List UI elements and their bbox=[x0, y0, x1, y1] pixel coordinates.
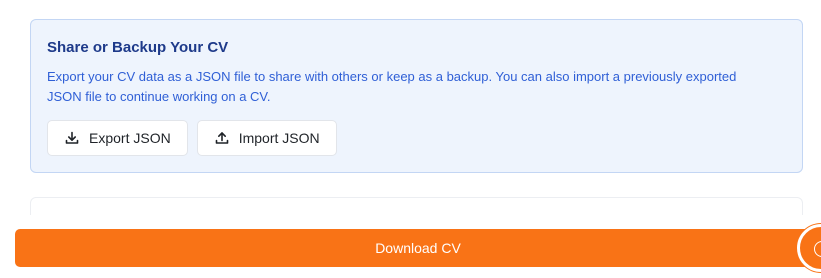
download-icon bbox=[64, 130, 80, 146]
download-cv-button[interactable]: Download CV bbox=[15, 229, 821, 267]
upload-icon bbox=[214, 130, 230, 146]
json-actions: Export JSON Import JSON bbox=[47, 120, 337, 156]
share-backup-card: Share or Backup Your CV Export your CV d… bbox=[30, 19, 803, 173]
export-json-button[interactable]: Export JSON bbox=[47, 120, 188, 156]
share-backup-title: Share or Backup Your CV bbox=[47, 39, 229, 56]
download-cv-label: Download CV bbox=[375, 240, 461, 256]
page: Share or Backup Your CV Export your CV d… bbox=[0, 0, 821, 278]
import-json-label: Import JSON bbox=[238, 130, 320, 146]
import-json-button[interactable]: Import JSON bbox=[196, 120, 337, 156]
help-circle-icon bbox=[814, 241, 821, 257]
share-backup-description: Export your CV data as a JSON file to sh… bbox=[47, 69, 737, 104]
export-json-label: Export JSON bbox=[89, 130, 171, 146]
